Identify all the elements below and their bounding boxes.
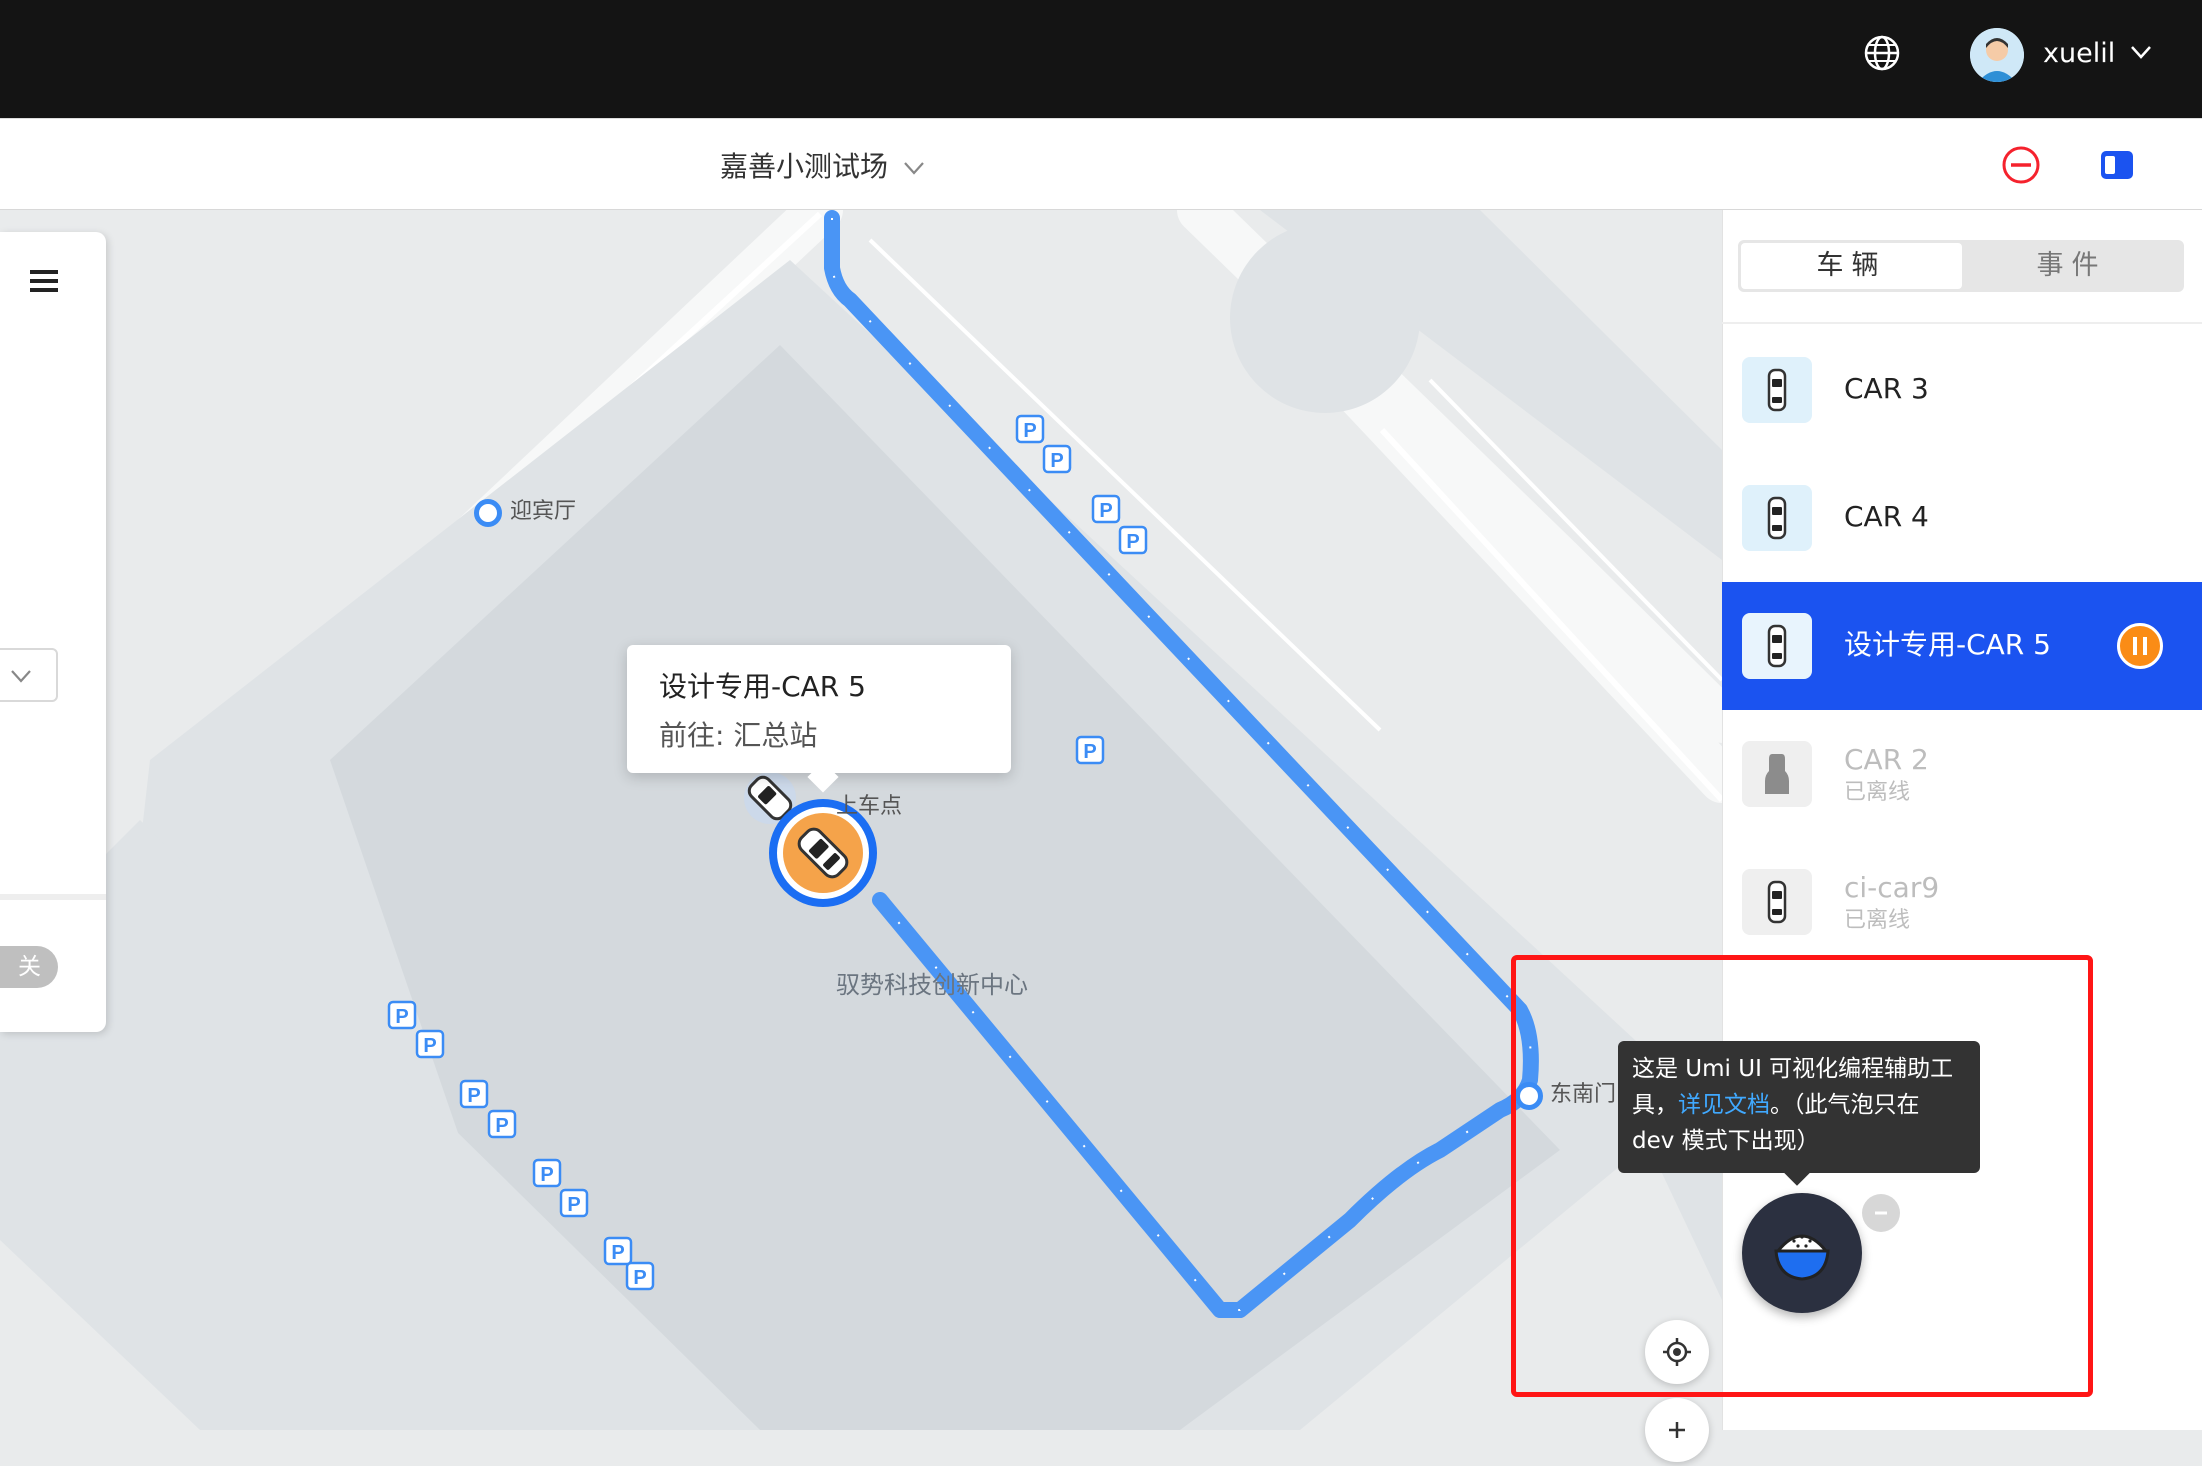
docs-link[interactable]: 详见文档 [1678,1092,1770,1118]
parking-marker: P [495,1115,508,1137]
divider [1722,322,2202,324]
pause-button[interactable] [2117,623,2163,669]
parking-marker: P [395,1006,408,1028]
poi-label: 上车点 [836,794,903,819]
umi-ui-tooltip: 这是 Umi UI 可视化编程辅助工具，详见文档。（此气泡只在 dev 模式下出… [1618,1041,1980,1173]
site-selector[interactable]: 嘉善小测试场 [720,147,888,187]
switch-label: 关 [18,954,41,980]
vehicle-row[interactable]: CAR 3 [1722,326,2202,454]
popup-destination: 前往: 汇总站 [659,719,818,752]
vehicle-status: 已离线 [1844,908,1911,933]
chevron-down-icon[interactable] [903,160,925,176]
parking-marker: P [1099,500,1112,522]
poi-label: 迎宾厅 [510,499,577,524]
car-icon [1742,741,1812,807]
vehicle-name: 设计专用-CAR 5 [1844,628,2051,661]
left-panel [0,232,106,1032]
car-icon [1742,357,1812,423]
parking-marker: P [1023,420,1036,442]
popup-title: 设计专用-CAR 5 [659,670,866,703]
avatar[interactable] [1970,28,2024,82]
sub-header [0,118,2202,210]
poi-marker[interactable] [474,499,502,527]
map-canvas[interactable]: P P P P P P P P P P P P P 迎宾厅 上车点 东南门 驭势… [0,210,1722,1430]
car-icon [1742,869,1812,935]
parking-marker: P [1050,450,1063,472]
parking-marker: P [540,1164,553,1186]
parking-marker: P [1126,531,1139,553]
parking-marker: P [567,1194,580,1216]
zoom-in-button[interactable] [1645,1398,1709,1462]
parking-marker: P [633,1267,646,1289]
minimize-button[interactable] [1862,1194,1900,1232]
globe-icon[interactable] [1862,33,1902,73]
vehicle-name: CAR 2 [1844,743,1929,776]
umi-ui-button[interactable] [1742,1193,1862,1313]
vehicle-status: 已离线 [1844,780,1911,805]
parking-marker: P [1083,741,1096,763]
tab-events[interactable]: 事件 [1962,243,2181,289]
rice-bowl-icon [1774,1234,1830,1281]
vehicle-row[interactable]: ci-car9 已离线 [1722,838,2202,966]
vehicle-name: CAR 3 [1844,372,1929,405]
parking-marker: P [611,1242,624,1264]
parking-marker: P [467,1085,480,1107]
car-icon [1742,613,1812,679]
panel-toggle-icon[interactable] [2100,150,2134,180]
username[interactable]: xuelil [2043,34,2115,74]
vehicle-row[interactable]: CAR 2 已离线 [1722,710,2202,838]
vehicle-row[interactable]: CAR 4 [1722,454,2202,582]
building-label: 驭势科技创新中心 [836,971,1028,999]
tab-vehicles[interactable]: 车辆 [1741,243,1962,289]
vehicle-name: CAR 4 [1844,500,1929,533]
chevron-down-icon[interactable] [10,668,32,684]
hamburger-menu-icon[interactable] [28,268,60,294]
minus-icon [1875,1211,1887,1215]
car-icon [1742,485,1812,551]
vehicle-name: ci-car9 [1844,871,1940,904]
divider [0,894,106,900]
stop-circle-icon[interactable] [2001,145,2041,185]
chevron-down-icon[interactable] [2130,44,2152,60]
parking-marker: P [423,1035,436,1057]
plus-icon [1669,1422,1685,1438]
